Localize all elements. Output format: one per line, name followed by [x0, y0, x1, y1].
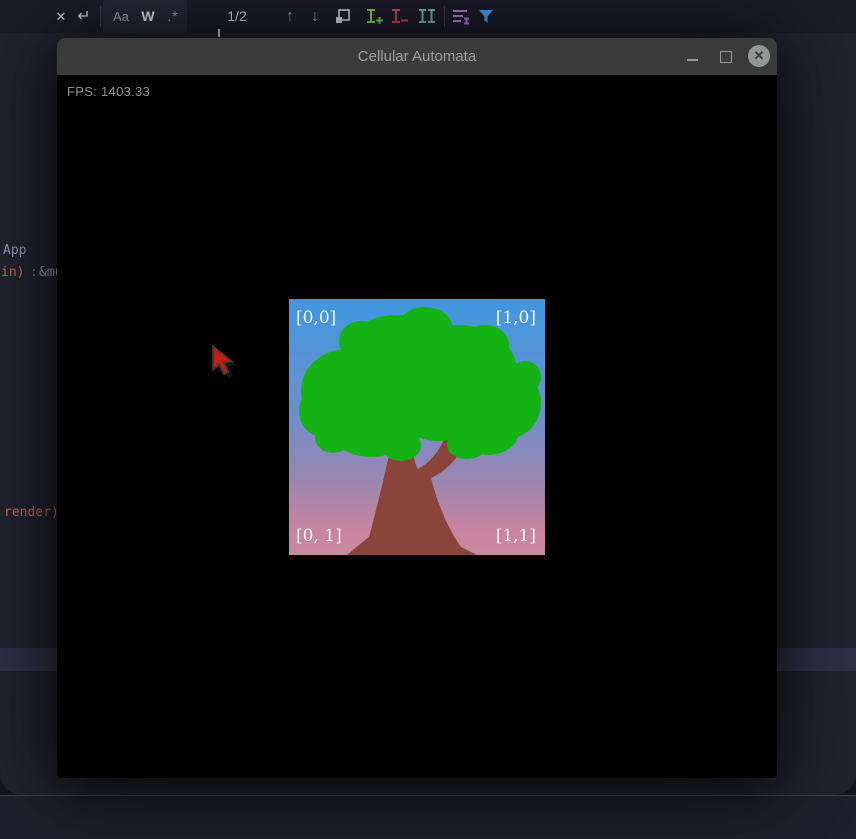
fps-counter: FPS: 1403.33	[67, 84, 150, 99]
toolbar-divider	[100, 6, 101, 27]
window-title: Cellular Automata	[57, 38, 777, 75]
code-fragment-app: App	[3, 243, 26, 258]
code-fragment-render: render)	[4, 505, 59, 520]
bottom-panel	[0, 796, 856, 839]
corner-label-top-right: [1,0]	[496, 308, 536, 328]
minimize-icon	[687, 59, 698, 61]
select-all-matches-icon[interactable]	[334, 8, 351, 25]
window-titlebar[interactable]: Cellular Automata ✕	[57, 38, 777, 75]
multi-cursor-icon[interactable]	[418, 8, 436, 25]
filter-icon[interactable]	[478, 8, 494, 25]
code-fragment-colon: :	[30, 265, 38, 280]
tree-canopy	[299, 307, 541, 461]
mouse-cursor-icon	[211, 345, 239, 382]
render-canvas[interactable]: [0,0] [1,0] [0, 1] [1,1]	[289, 299, 545, 555]
cellular-automata-window: Cellular Automata ✕ FPS: 1403.33	[57, 38, 777, 778]
search-toolbar: ✕ ↵ Aa W .* 1/2 ↑ ↓	[0, 0, 856, 33]
list-cursor-icon[interactable]	[452, 8, 470, 25]
whole-word-toggle[interactable]: W	[135, 0, 161, 33]
minimize-button[interactable]	[681, 38, 705, 75]
window-content: FPS: 1403.33	[57, 75, 777, 778]
remove-cursor-icon[interactable]	[391, 8, 409, 25]
close-search-icon[interactable]: ✕	[53, 0, 69, 33]
toolbar-divider	[444, 6, 445, 27]
regex-toggle[interactable]: .*	[161, 0, 185, 33]
close-icon: ✕	[748, 45, 770, 67]
tree-image	[289, 299, 545, 555]
match-count: 1/2	[220, 0, 254, 33]
return-icon[interactable]: ↵	[73, 0, 95, 33]
corner-label-bottom-right: [1,1]	[496, 526, 536, 546]
match-case-toggle[interactable]: Aa	[107, 0, 135, 33]
prev-match-icon[interactable]: ↑	[281, 0, 299, 33]
corner-label-top-left: [0,0]	[296, 308, 336, 328]
screen: ✕ ↵ Aa W .* 1/2 ↑ ↓	[0, 0, 856, 839]
maximize-button[interactable]	[714, 38, 738, 75]
next-match-icon[interactable]: ↓	[306, 0, 324, 33]
maximize-icon	[720, 51, 732, 63]
code-fragment-in: in)	[1, 265, 24, 280]
close-button[interactable]: ✕	[747, 38, 771, 75]
corner-label-bottom-left: [0, 1]	[296, 526, 342, 546]
search-option-group: Aa W .*	[103, 0, 187, 33]
add-cursor-icon[interactable]	[366, 8, 384, 25]
search-caret	[218, 29, 220, 37]
